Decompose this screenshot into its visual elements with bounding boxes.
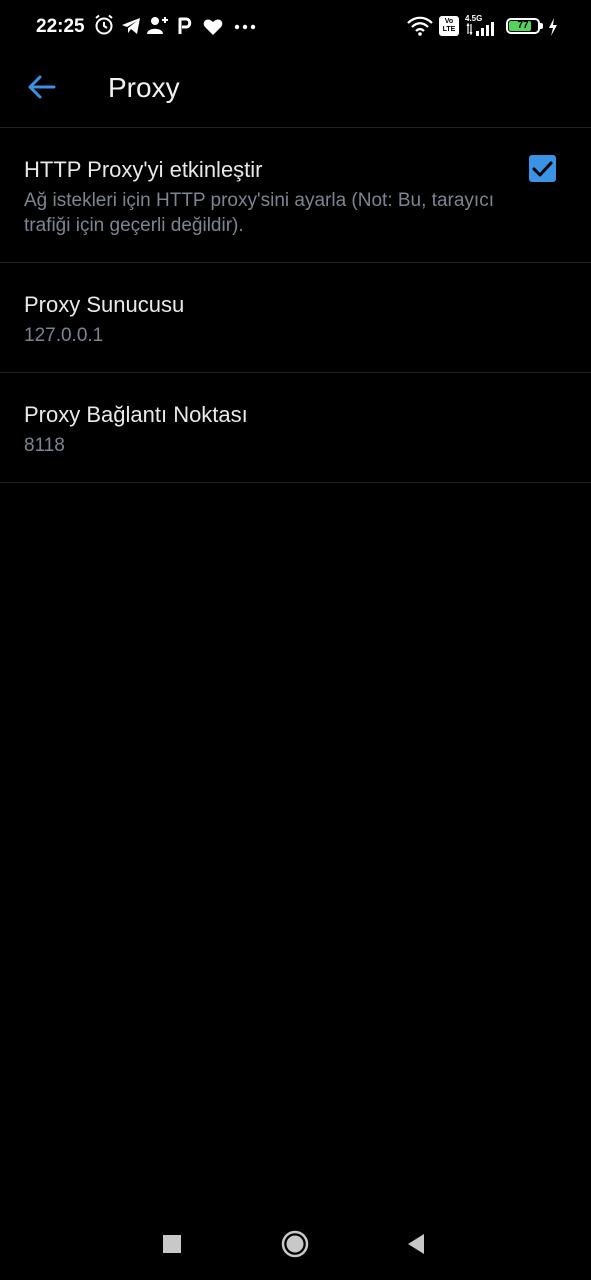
checkmark-icon — [532, 161, 553, 177]
navigation-bar — [0, 1208, 591, 1280]
heart-icon — [203, 19, 223, 35]
page-title: Proxy — [108, 72, 180, 103]
more-dots-icon — [234, 24, 256, 30]
enable-proxy-checkbox[interactable] — [529, 155, 556, 182]
battery-icon: 77 — [506, 18, 540, 34]
alarm-icon — [95, 14, 113, 35]
home-button[interactable] — [274, 1224, 316, 1266]
wifi-icon — [407, 16, 433, 36]
cellular-signal-icon — [466, 22, 494, 36]
volte-icon: Vo LTE — [439, 16, 459, 36]
pref-title: Proxy Bağlantı Noktası — [24, 402, 248, 427]
pref-title: Proxy Sunucusu — [24, 292, 185, 317]
charging-icon — [549, 18, 557, 36]
pref-summary: 8118 — [24, 435, 65, 456]
pref-proxy-server[interactable]: Proxy Sunucusu 127.0.0.1 — [0, 263, 591, 372]
pref-summary: 127.0.0.1 — [24, 325, 104, 346]
back-nav-button[interactable] — [396, 1224, 436, 1264]
battery-tip — [540, 23, 543, 29]
circle-icon — [281, 1230, 309, 1258]
back-arrow-icon — [28, 75, 56, 99]
telegram-icon — [122, 18, 140, 34]
pref-title: HTTP Proxy'yi etkinleştir — [24, 157, 263, 182]
p-icon — [178, 17, 192, 34]
battery-level: 77 — [517, 20, 529, 31]
status-bar: 22:25 Vo LTE 4.5G 77 — [0, 0, 591, 56]
volte-label: Vo LTE — [442, 18, 456, 33]
square-icon — [163, 1235, 181, 1253]
pref-proxy-port[interactable]: Proxy Bağlantı Noktası 8118 — [0, 373, 591, 482]
pref-summary: Ağ istekleri için HTTP proxy'sini ayarla… — [24, 190, 494, 236]
recents-button[interactable] — [152, 1224, 192, 1264]
status-time: 22:25 — [36, 16, 85, 37]
pref-divider — [0, 482, 591, 483]
pref-enable-http-proxy[interactable]: HTTP Proxy'yi etkinleştir Ağ istekleri i… — [0, 128, 591, 262]
app-bar: Proxy — [0, 56, 591, 128]
add-person-icon — [147, 17, 168, 34]
triangle-back-icon — [408, 1234, 424, 1254]
back-button[interactable] — [22, 68, 66, 108]
